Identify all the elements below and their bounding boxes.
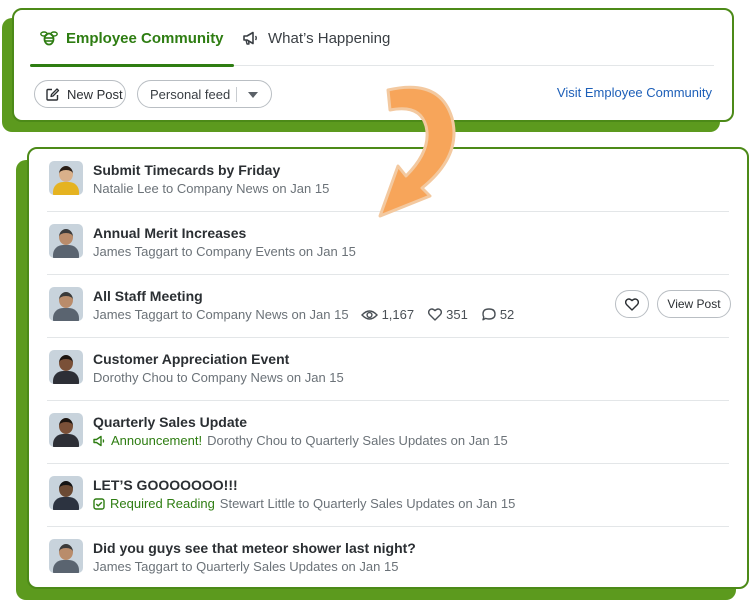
post-title[interactable]: Customer Appreciation Event (93, 351, 289, 367)
post-title[interactable]: All Staff Meeting (93, 288, 203, 304)
avatar-head (59, 229, 73, 245)
post-row[interactable]: All Staff Meeting James Taggart to Compa… (47, 275, 731, 338)
edit-icon (46, 87, 60, 101)
heart-icon (625, 297, 639, 311)
likes-stat: 351 (428, 307, 468, 322)
heart-icon (428, 308, 443, 321)
avatar-head (59, 481, 73, 497)
post-byline: Dorothy Chou to Quarterly Sales Updates … (207, 433, 508, 448)
visit-employee-community-link[interactable]: Visit Employee Community (557, 85, 712, 100)
avatar-body (53, 434, 79, 447)
post-byline: Stewart Little to Quarterly Sales Update… (219, 496, 516, 511)
post-meta: James Taggart to Company News on Jan 15 … (93, 307, 514, 322)
views-count: 1,167 (381, 307, 415, 322)
new-post-button[interactable]: New Post (34, 80, 126, 108)
likes-count: 351 (446, 307, 468, 322)
post-row[interactable]: Did you guys see that meteor shower last… (47, 527, 729, 590)
post-title[interactable]: LET’S GOOOOOOO!!! (93, 477, 238, 493)
feed-select-value: Personal feed (150, 86, 231, 102)
avatar-head (59, 418, 73, 434)
comment-icon (482, 308, 496, 321)
post-title[interactable]: Submit Timecards by Friday (93, 162, 280, 178)
tab-employee-community[interactable]: Employee Community (30, 10, 234, 67)
checkbox-icon (93, 497, 105, 510)
avatar-body (53, 245, 79, 258)
views-stat: 1,167 (360, 307, 415, 322)
view-post-button[interactable]: View Post (657, 290, 731, 318)
post-row[interactable]: LET’S GOOOOOOO!!! Required Reading Stewa… (47, 464, 729, 527)
avatar-body (53, 497, 79, 510)
post-stats: 1,167 351 52 (360, 307, 514, 322)
avatar (49, 350, 83, 384)
post-row[interactable]: Customer Appreciation Event Dorothy Chou… (47, 338, 729, 401)
avatar-body (53, 371, 79, 384)
post-byline: James Taggart to Company Events on Jan 1… (93, 244, 356, 259)
new-post-label: New Post (67, 86, 123, 102)
post-meta: James Taggart to Quarterly Sales Updates… (93, 559, 398, 574)
post-row[interactable]: Quarterly Sales Update Announcement! Dor… (47, 401, 729, 464)
tab-whats-happening[interactable]: What’s Happening (242, 10, 390, 66)
avatar-head (59, 166, 73, 182)
announcement-tag: Announcement! (93, 433, 202, 448)
avatar (49, 413, 83, 447)
post-byline: James Taggart to Company News on Jan 15 (93, 307, 349, 322)
avatar-body (53, 182, 79, 195)
required-reading-tag: Required Reading (93, 496, 215, 511)
post-byline: Dorothy Chou to Company News on Jan 15 (93, 370, 344, 385)
avatar-head (59, 292, 73, 308)
post-title[interactable]: Did you guys see that meteor shower last… (93, 540, 416, 556)
post-meta: Announcement! Dorothy Chou to Quarterly … (93, 433, 508, 448)
comments-count: 52 (499, 307, 515, 322)
megaphone-icon (93, 435, 105, 446)
feed-select-divider (236, 87, 237, 102)
avatar (49, 539, 83, 573)
tab-employee-community-label: Employee Community (66, 29, 224, 47)
like-button[interactable] (615, 290, 649, 318)
curved-arrow-icon (378, 85, 456, 218)
tag-label: Required Reading (110, 496, 215, 511)
megaphone-icon (243, 31, 257, 45)
tab-whats-happening-label: What’s Happening (268, 29, 391, 47)
avatar (49, 287, 83, 321)
post-title[interactable]: Annual Merit Increases (93, 225, 246, 241)
tag-label: Announcement! (111, 433, 203, 448)
avatar-body (53, 560, 79, 573)
post-meta: James Taggart to Company Events on Jan 1… (93, 244, 356, 259)
bee-icon (40, 31, 58, 46)
post-byline: Natalie Lee to Company News on Jan 15 (93, 181, 330, 196)
feed-select[interactable]: Personal feed (137, 80, 272, 108)
post-meta: Dorothy Chou to Company News on Jan 15 (93, 370, 344, 385)
post-byline: James Taggart to Quarterly Sales Updates… (93, 559, 399, 574)
eye-icon (360, 309, 378, 320)
avatar (49, 476, 83, 510)
comments-stat: 52 (482, 307, 514, 322)
tab-bar: Employee Community What’s Happening (30, 10, 714, 67)
avatar-head (59, 355, 73, 371)
chevron-down-icon (248, 92, 258, 98)
avatar (49, 161, 83, 195)
avatar-head (59, 544, 73, 560)
post-meta: Natalie Lee to Company News on Jan 15 (93, 181, 329, 196)
post-meta: Required Reading Stewart Little to Quart… (93, 496, 515, 511)
post-title[interactable]: Quarterly Sales Update (93, 414, 247, 430)
avatar-body (53, 308, 79, 321)
avatar (49, 224, 83, 258)
